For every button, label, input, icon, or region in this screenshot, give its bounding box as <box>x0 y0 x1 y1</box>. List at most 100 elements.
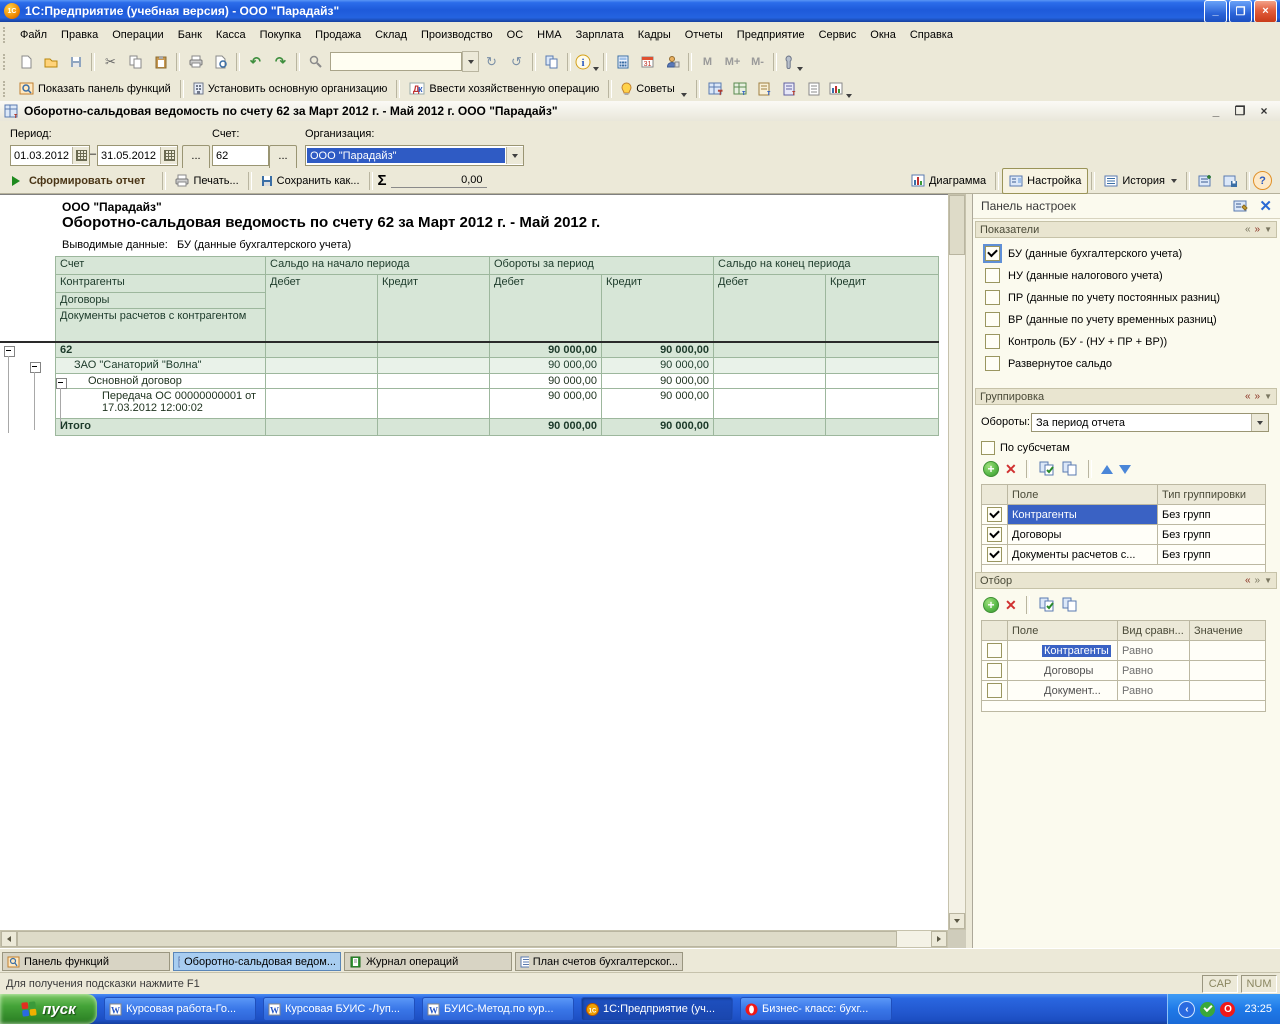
table-row-total[interactable]: Итого 90 000,00 90 000,00 <box>56 419 939 436</box>
scrollbar-thumb[interactable] <box>17 931 897 947</box>
organization-combo[interactable]: ООО "Парадайз" <box>305 145 524 166</box>
report-tool-1-button[interactable]: ₸ <box>703 77 728 101</box>
service-info-button[interactable]: i <box>574 50 600 74</box>
chevron-down-icon[interactable]: ▼ <box>1264 225 1272 234</box>
print-report-button[interactable]: Печать... <box>169 169 244 193</box>
child-minimize-button[interactable]: _ <box>1208 104 1224 118</box>
copy-special-button[interactable] <box>539 50 564 74</box>
tray-antivirus-icon[interactable] <box>1200 1002 1215 1017</box>
uncheck-all-icon[interactable] <box>1062 597 1079 613</box>
period-from-field[interactable]: 01.03.2012 <box>10 145 90 166</box>
expand-right-icon[interactable]: » <box>1255 224 1261 235</box>
task-word-doc-1[interactable]: W Курсовая работа-Го... <box>104 997 256 1021</box>
checkbox-checked-icon[interactable] <box>987 547 1002 562</box>
report-tool-3-button[interactable]: т <box>753 77 778 101</box>
col-group-opening[interactable]: Сальдо на начало периода <box>266 257 490 275</box>
col-header-debit[interactable]: Дебет <box>714 275 826 342</box>
tree-collapse-icon[interactable] <box>30 362 41 373</box>
tools-button[interactable] <box>780 50 805 74</box>
filter-row-documents[interactable]: Документ... Равно <box>982 681 1266 701</box>
col-header-debit[interactable]: Дебет <box>266 275 378 342</box>
uncheck-all-icon[interactable] <box>1062 461 1079 477</box>
search-input[interactable] <box>330 52 462 71</box>
expand-right-icon[interactable]: » <box>1255 391 1261 402</box>
open-document-button[interactable] <box>38 50 63 74</box>
scroll-right-button[interactable] <box>931 931 947 947</box>
horizontal-scrollbar[interactable] <box>0 930 948 948</box>
grouping-row-counterparties[interactable]: Контрагенты Без групп <box>982 505 1266 525</box>
expand-right-icon[interactable]: » <box>1255 575 1261 586</box>
menu-edit[interactable]: Правка <box>54 26 105 44</box>
copy-button[interactable] <box>123 50 148 74</box>
chevron-down-icon[interactable]: ▼ <box>1264 392 1272 401</box>
indicator-vr[interactable]: ВР (данные по учету временных разниц) <box>985 312 1217 327</box>
tab-function-panel[interactable]: Панель функций <box>2 952 170 971</box>
checkbox-icon[interactable] <box>981 441 995 455</box>
period-more-button[interactable]: ... <box>182 145 210 170</box>
menu-salary[interactable]: Зарплата <box>569 26 631 44</box>
show-function-panel-button[interactable]: Показать панель функций <box>13 76 177 102</box>
calendar-button[interactable]: 31 <box>635 50 660 74</box>
section-header-grouping[interactable]: Группировка «»▼ <box>975 388 1277 405</box>
save-button[interactable] <box>63 50 88 74</box>
memory-minus-button[interactable]: M- <box>745 50 770 74</box>
menu-operations[interactable]: Операции <box>105 26 170 44</box>
tray-collapse-icon[interactable]: ‹ <box>1178 1001 1195 1018</box>
menu-os[interactable]: ОС <box>500 26 531 44</box>
checkbox-checked-icon[interactable] <box>987 507 1002 522</box>
check-all-icon[interactable] <box>1039 597 1056 613</box>
col-header-contracts[interactable]: Договоры <box>56 293 266 309</box>
col-header-debit[interactable]: Дебет <box>490 275 602 342</box>
menu-sales[interactable]: Продажа <box>308 26 368 44</box>
move-down-icon[interactable] <box>1119 465 1131 474</box>
checkbox-icon[interactable] <box>987 643 1002 658</box>
col-header-credit[interactable]: Кредит <box>602 275 714 342</box>
checkbox-icon[interactable] <box>985 334 1000 349</box>
diagram-button[interactable]: Диаграмма <box>905 169 992 193</box>
tree-collapse-icon[interactable] <box>4 346 15 357</box>
task-word-doc-2[interactable]: W Курсовая БУИС -Луп... <box>263 997 415 1021</box>
turnovers-combo[interactable]: За период отчета <box>1031 413 1269 432</box>
indicator-pr[interactable]: ПР (данные по учету постоянных разниц) <box>985 290 1220 305</box>
collapse-left-icon[interactable]: « <box>1245 575 1251 586</box>
scrollbar-thumb[interactable] <box>949 195 965 255</box>
menu-service[interactable]: Сервис <box>812 26 864 44</box>
refresh-all-button[interactable]: ↺ <box>504 50 529 74</box>
table-row-document[interactable]: Передача ОС 00000000001 от 17.03.2012 12… <box>56 389 939 419</box>
date-picker-button[interactable] <box>72 147 89 164</box>
menu-windows[interactable]: Окна <box>863 26 903 44</box>
report-tool-6-button[interactable] <box>828 77 853 101</box>
menu-enterprise[interactable]: Предприятие <box>730 26 812 44</box>
menu-purchase[interactable]: Покупка <box>253 26 309 44</box>
vertical-scrollbar[interactable] <box>948 194 966 930</box>
cut-button[interactable]: ✂ <box>98 50 123 74</box>
search-dropdown-button[interactable] <box>462 51 479 72</box>
settings-button[interactable]: Настройка <box>1002 168 1088 194</box>
menu-warehouse[interactable]: Склад <box>368 26 414 44</box>
period-to-field[interactable]: 31.05.2012 <box>97 145 178 166</box>
calculator-button[interactable] <box>610 50 635 74</box>
menu-hr[interactable]: Кадры <box>631 26 678 44</box>
checkbox-checked-icon[interactable] <box>987 527 1002 542</box>
history-button[interactable]: История <box>1098 169 1183 193</box>
help-button[interactable]: ? <box>1253 171 1272 190</box>
date-picker-button[interactable] <box>160 147 177 164</box>
child-restore-button[interactable]: ❐ <box>1232 104 1248 118</box>
menu-bank[interactable]: Банк <box>171 26 209 44</box>
section-header-indicators[interactable]: Показатели «»▼ <box>975 221 1277 238</box>
indicator-bu[interactable]: БУ (данные бухгалтерского учета) <box>985 246 1182 261</box>
grouping-row-contracts[interactable]: Договоры Без групп <box>982 525 1266 545</box>
checkbox-icon[interactable] <box>987 663 1002 678</box>
checkbox-icon[interactable] <box>985 290 1000 305</box>
delete-icon[interactable]: ✕ <box>1005 598 1017 612</box>
user-button[interactable] <box>660 50 685 74</box>
print-preview-button[interactable] <box>208 50 233 74</box>
new-report-variant-button[interactable] <box>1193 169 1218 193</box>
organization-dropdown-button[interactable] <box>506 147 523 164</box>
new-document-button[interactable] <box>13 50 38 74</box>
panel-close-icon[interactable]: ✕ <box>1259 199 1272 214</box>
menu-production[interactable]: Производство <box>414 26 500 44</box>
task-1c-enterprise[interactable]: 1С 1С:Предприятие (уч... <box>581 997 733 1021</box>
child-close-button[interactable]: × <box>1256 104 1272 118</box>
tree-collapse-icon[interactable] <box>56 378 67 389</box>
